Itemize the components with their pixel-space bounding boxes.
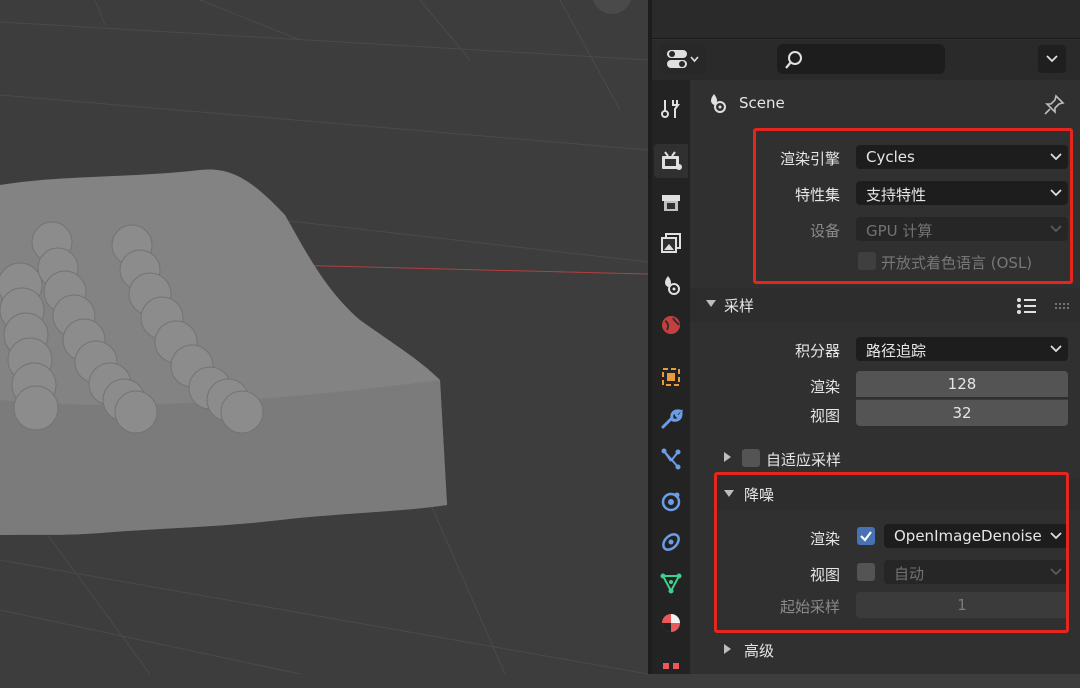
view-layer-icon [661, 233, 681, 253]
render-engine-dropdown[interactable]: Cycles [856, 145, 1068, 169]
chevron-down-icon [1046, 55, 1058, 63]
osl-checkbox[interactable] [858, 252, 876, 270]
device-value: GPU 计算 [866, 222, 933, 240]
object-icon [662, 368, 680, 386]
chevron-down-icon [1050, 225, 1062, 233]
scene-icon [711, 94, 726, 113]
feature-set-value: 支持特性 [866, 186, 927, 204]
denoise-render-label: 渲染 [809, 530, 840, 548]
tab-texture[interactable] [654, 654, 688, 688]
start-sample-field: 1 [856, 592, 1068, 618]
integrator-dropdown[interactable]: 路径追踪 [856, 337, 1068, 361]
tab-constraints[interactable] [654, 524, 688, 558]
denoise-viewport-label: 视图 [809, 566, 840, 584]
integrator-value: 路径追踪 [866, 342, 927, 360]
tab-scene[interactable] [654, 268, 688, 302]
tab-view-layer[interactable] [654, 226, 688, 260]
integrator-label: 积分器 [794, 342, 840, 360]
collapse-triangle-icon [706, 300, 716, 307]
tab-modifiers[interactable] [654, 402, 688, 436]
editor-type-button[interactable] [660, 44, 706, 74]
sampling-panel-header[interactable]: 采样 [690, 288, 1080, 322]
tab-object[interactable] [654, 360, 688, 394]
sampling-title: 采样 [724, 297, 755, 315]
properties-content: Scene 渲染引擎 Cycles 特性集 支持特性 设备 GPU 计算 开放式… [690, 80, 1080, 674]
denoising-subpanel-header[interactable]: 降噪 [716, 478, 1080, 510]
properties-editor: Scene 渲染引擎 Cycles 特性集 支持特性 设备 GPU 计算 开放式… [652, 0, 1080, 674]
pin-icon[interactable] [1043, 94, 1065, 116]
render-samples-field[interactable]: 128 [856, 371, 1068, 397]
adaptive-sampling-subpanel-header[interactable]: 自适应采样 [690, 444, 1080, 474]
tab-material[interactable] [654, 606, 688, 640]
search-input[interactable] [777, 44, 945, 74]
device-dropdown: GPU 计算 [856, 217, 1068, 241]
texture-icon [663, 663, 679, 669]
tab-world[interactable] [654, 308, 688, 342]
presets-list-icon[interactable] [1016, 296, 1038, 316]
viewport-samples-field[interactable]: 32 [856, 399, 1068, 426]
world-icon [662, 316, 680, 334]
output-icon [662, 195, 680, 211]
constraints-icon [662, 533, 680, 551]
denoiser-value: OpenImageDenoise [894, 527, 1042, 545]
feature-set-label: 特性集 [794, 186, 840, 204]
adaptive-sampling-checkbox[interactable] [742, 449, 760, 467]
feature-set-dropdown[interactable]: 支持特性 [856, 181, 1068, 205]
chevron-down-icon [1050, 153, 1062, 161]
drag-handle-icon[interactable] [1054, 302, 1070, 310]
particles-icon [661, 448, 681, 470]
chevron-down-icon [1050, 189, 1062, 197]
chevron-down-icon [1050, 568, 1062, 576]
properties-tab-strip [652, 80, 690, 674]
denoising-title: 降噪 [744, 486, 775, 504]
tab-render[interactable] [654, 144, 688, 178]
render-engine-label: 渲染引擎 [779, 150, 840, 168]
checkmark-icon [860, 531, 872, 542]
advanced-subpanel-header[interactable]: 高级 [690, 632, 1080, 666]
search-icon [785, 51, 802, 69]
3d-viewport[interactable] [0, 0, 648, 674]
options-dropdown-button[interactable] [1038, 45, 1066, 73]
context-title: Scene [739, 94, 785, 112]
advanced-title: 高级 [744, 642, 775, 660]
denoise-viewport-checkbox[interactable] [857, 563, 875, 581]
denoise-render-checkbox[interactable] [857, 527, 875, 545]
expand-triangle-icon [724, 644, 731, 654]
editor-type-icon [667, 50, 699, 68]
tab-particles[interactable] [654, 442, 688, 476]
material-icon [662, 614, 680, 632]
denoise-viewport-value: 自动 [894, 565, 925, 583]
wrench-icon [661, 409, 683, 429]
chevron-down-icon [1050, 532, 1062, 540]
adaptive-sampling-label: 自适应采样 [766, 451, 842, 469]
tool-icon [661, 100, 680, 118]
viewport-scene [0, 0, 648, 674]
properties-header [652, 40, 1080, 80]
chevron-down-icon [1050, 345, 1062, 353]
collapse-triangle-icon [724, 490, 734, 497]
tab-physics[interactable] [654, 484, 688, 518]
osl-label: 开放式着色语言 (OSL) [881, 254, 1033, 272]
tab-tool[interactable] [654, 92, 688, 126]
tab-output[interactable] [654, 186, 688, 220]
render-engine-value: Cycles [866, 148, 915, 166]
viewport-samples-label: 视图 [809, 407, 840, 425]
tab-data[interactable] [654, 566, 688, 600]
denoise-viewport-dropdown: 自动 [884, 560, 1068, 584]
denoiser-dropdown[interactable]: OpenImageDenoise [884, 524, 1068, 548]
render-icon [662, 151, 682, 170]
expand-triangle-icon [724, 452, 731, 462]
device-label: 设备 [809, 222, 840, 240]
scene-icon [665, 276, 680, 295]
render-samples-label: 渲染 [809, 378, 840, 396]
mesh-data-icon [660, 573, 682, 594]
start-sample-label: 起始采样 [779, 598, 840, 616]
physics-icon [661, 492, 681, 512]
context-header: Scene [690, 80, 1080, 126]
panel-top-strip [652, 0, 1080, 39]
